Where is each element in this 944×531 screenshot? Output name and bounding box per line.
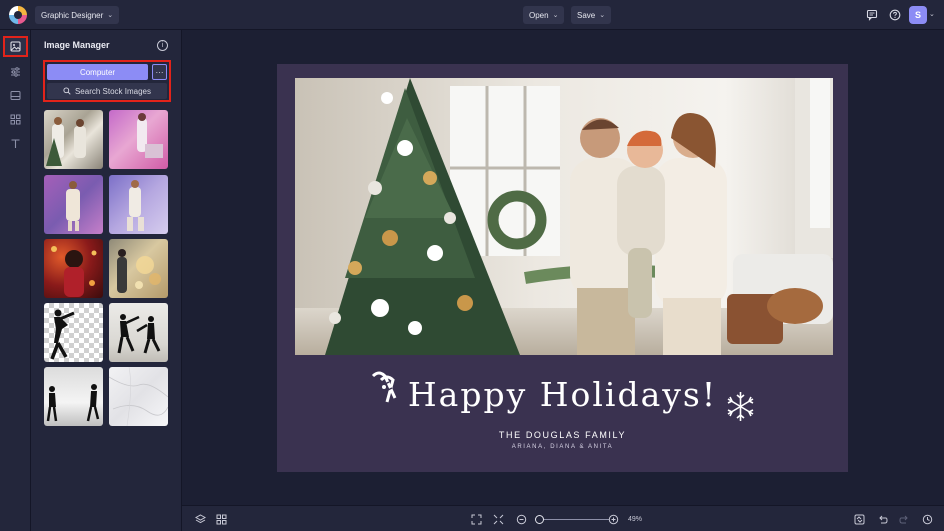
search-stock-images-button[interactable]: Search Stock Images (47, 83, 167, 99)
image-thumbnail[interactable] (109, 239, 168, 298)
open-label: Open (529, 10, 549, 20)
grid-icon (10, 114, 21, 125)
chevron-down-icon: ⌄ (552, 12, 559, 19)
replace-icon[interactable] (850, 510, 868, 528)
save-label: Save (577, 10, 596, 20)
redo-icon[interactable] (895, 510, 913, 528)
upload-controls: Computer ··· Search Stock Images (43, 60, 171, 102)
member-names-text[interactable]: ARIANA, DIANA & ANITA (277, 444, 848, 450)
search-stock-label: Search Stock Images (74, 86, 152, 96)
befunky-logo[interactable] (9, 6, 27, 24)
image-icon (10, 41, 21, 52)
image-thumbnail[interactable] (109, 175, 168, 234)
search-icon (63, 87, 71, 95)
image-thumbnail[interactable] (109, 110, 168, 169)
family-name-text[interactable]: THE DOUGLAS FAMILY (277, 430, 848, 440)
sliders-icon (11, 67, 20, 77)
bottom-toolbar: 49% (182, 505, 944, 531)
zoom-slider-handle[interactable] (535, 515, 544, 524)
help-icon[interactable] (886, 6, 904, 24)
grid-view-icon[interactable] (212, 510, 230, 528)
image-thumbnail[interactable] (44, 303, 103, 362)
image-manager-panel: Image Manager i Computer ··· Search Stoc… (31, 30, 182, 531)
rail-text[interactable] (3, 133, 28, 154)
tool-rail (0, 30, 31, 531)
open-button[interactable]: Open ⌄ (523, 6, 565, 24)
workspace-dropdown[interactable]: Graphic Designer ⌄ (35, 6, 120, 24)
save-button[interactable]: Save ⌄ (571, 6, 612, 24)
rail-adjustments[interactable] (3, 61, 28, 82)
snowflake-icon (727, 392, 754, 421)
greeting-text[interactable]: Happy Holidays! (277, 375, 848, 414)
top-bar: Graphic Designer ⌄ Open ⌄ Save ⌄ S ⌄ (0, 0, 944, 30)
fit-to-screen-icon[interactable] (467, 510, 485, 528)
more-options-button[interactable]: ··· (152, 64, 167, 80)
zoom-in-icon[interactable] (604, 510, 622, 528)
rail-image-manager[interactable] (3, 36, 28, 57)
zoom-slider-track[interactable] (539, 519, 609, 520)
image-thumbnail[interactable] (109, 303, 168, 362)
zoom-out-icon[interactable] (512, 510, 530, 528)
actual-size-icon[interactable] (489, 510, 507, 528)
canvas-workspace[interactable]: Happy Holidays! THE DOUGLAS FAMILY ARIAN… (182, 30, 944, 505)
info-icon[interactable]: i (157, 40, 168, 51)
image-thumbnail[interactable] (44, 239, 103, 298)
image-thumbnail[interactable] (109, 367, 168, 426)
zoom-level: 49% (628, 515, 643, 523)
text-icon (11, 139, 20, 148)
app-root: Graphic Designer ⌄ Open ⌄ Save ⌄ S ⌄ Ima… (0, 0, 944, 531)
workspace-label: Graphic Designer (41, 10, 104, 20)
chevron-down-icon: ⌄ (107, 12, 114, 19)
rail-graphics[interactable] (3, 109, 28, 130)
user-avatar[interactable]: S (909, 6, 927, 24)
comments-icon[interactable] (863, 6, 881, 24)
rail-layouts[interactable] (3, 85, 28, 106)
panel-title: Image Manager (44, 40, 110, 50)
chevron-down-icon: ⌄ (599, 12, 606, 19)
undo-icon[interactable] (873, 510, 891, 528)
holiday-card[interactable]: Happy Holidays! THE DOUGLAS FAMILY ARIAN… (277, 64, 848, 472)
history-icon[interactable] (918, 510, 936, 528)
image-thumbnail[interactable] (44, 110, 103, 169)
computer-upload-button[interactable]: Computer (47, 64, 148, 80)
family-photo[interactable] (295, 78, 833, 355)
chevron-down-icon[interactable]: ⌄ (929, 10, 935, 18)
layout-icon (10, 91, 21, 100)
image-thumbnail[interactable] (44, 367, 103, 426)
layers-icon[interactable] (191, 510, 209, 528)
image-thumbnail[interactable] (44, 175, 103, 234)
